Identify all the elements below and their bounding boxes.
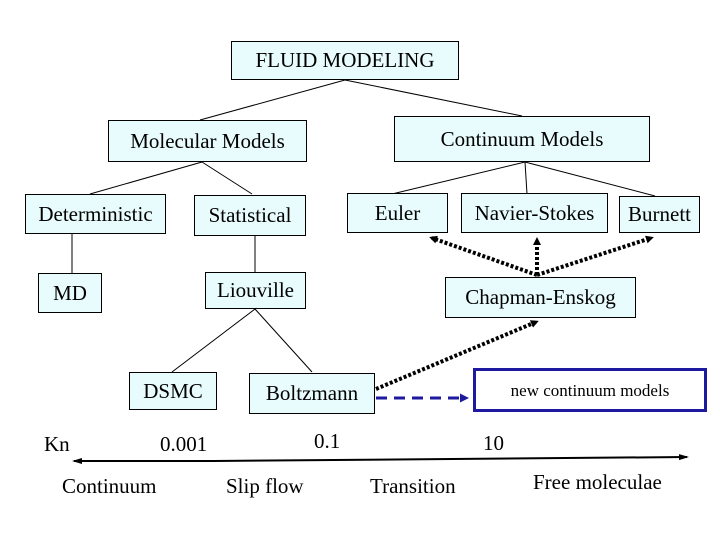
node-new-continuum-models: new continuum models xyxy=(473,368,707,412)
node-liouville: Liouville xyxy=(205,272,306,309)
node-label: Navier-Stokes xyxy=(474,200,595,225)
node-label: Burnett xyxy=(628,202,691,226)
diagram-connectors xyxy=(71,79,689,464)
node-euler: Euler xyxy=(347,193,448,233)
regime-slip-flow: Slip flow xyxy=(226,474,304,498)
axis-label-kn: Kn xyxy=(44,432,70,456)
axis-tick-10: 10 xyxy=(483,431,504,455)
dotted-arrow-to-euler xyxy=(429,235,538,277)
node-label: Euler xyxy=(374,200,421,225)
regime-continuum: Continuum xyxy=(62,474,157,498)
edge-liouville-dsmc xyxy=(171,308,256,373)
edge-root-molecular xyxy=(199,79,346,121)
node-statistical: Statistical xyxy=(194,195,306,236)
axis-tick-0-1: 0.1 xyxy=(314,429,341,453)
node-label: Boltzmann xyxy=(265,381,359,405)
edge-molecular-deterministic xyxy=(89,161,203,195)
node-label: Chapman-Enskog xyxy=(465,285,616,309)
regime-transition: Transition xyxy=(370,474,456,498)
node-deterministic: Deterministic xyxy=(25,194,166,234)
node-fluid-modeling: FLUID MODELING xyxy=(231,41,459,80)
knudsen-axis-right xyxy=(212,454,689,462)
edge-liouville-boltzmann xyxy=(254,308,313,373)
node-dsmc: DSMC xyxy=(129,372,217,410)
node-chapman-enskog: Chapman-Enskog xyxy=(445,277,636,318)
node-label: new continuum models xyxy=(510,380,670,400)
edge-continuum-navier-stokes xyxy=(524,161,528,195)
node-label: FLUID MODELING xyxy=(255,48,435,72)
node-label: Continuum Models xyxy=(440,126,604,151)
edge-continuum-burnett xyxy=(524,161,656,197)
edge-continuum-euler xyxy=(391,161,526,195)
edge-molecular-statistical xyxy=(201,161,253,195)
node-navier-stokes: Navier-Stokes xyxy=(461,193,608,233)
node-label: MD xyxy=(53,280,87,305)
node-label: Deterministic xyxy=(38,201,153,226)
node-label: Liouville xyxy=(217,278,294,302)
node-label: Molecular Models xyxy=(130,128,285,153)
node-md: MD xyxy=(38,273,102,313)
regime-free-moleculae: Free moleculae xyxy=(533,470,662,494)
node-label: Statistical xyxy=(208,203,292,227)
node-burnett: Burnett xyxy=(619,196,700,233)
axis-tick-0-001: 0.001 xyxy=(160,432,208,456)
node-molecular-models: Molecular Models xyxy=(108,120,307,162)
node-boltzmann: Boltzmann xyxy=(249,373,375,414)
node-continuum-models: Continuum Models xyxy=(394,116,650,162)
dotted-arrow-to-burnett xyxy=(536,235,654,277)
edge-root-continuum xyxy=(344,79,523,117)
node-label: DSMC xyxy=(143,378,203,403)
